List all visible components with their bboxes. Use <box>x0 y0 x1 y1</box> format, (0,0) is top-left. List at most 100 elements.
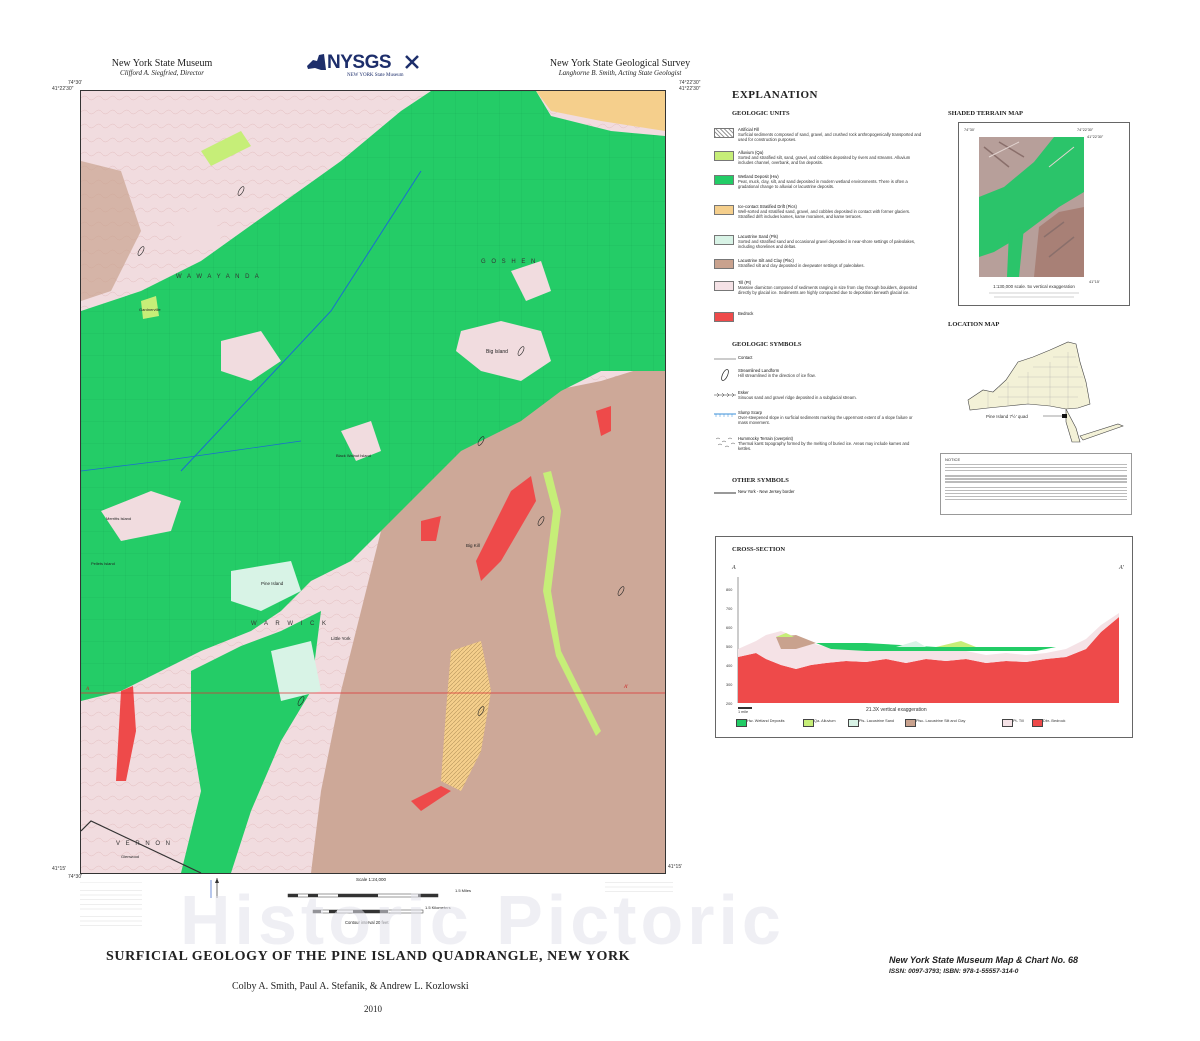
symbol-hummocky: Hummocky Terrain (overprint) Thermal kars… <box>714 436 924 456</box>
legend-swatch <box>714 175 734 185</box>
shaded-terrain-image <box>979 137 1084 277</box>
xs-legend-label: Pls- Lacustrine Sand <box>859 719 895 723</box>
cross-section-panel: CROSS-SECTION A A' 800 700 600 500 400 3… <box>715 536 1133 738</box>
terrain-lon-right: 74°22'30" <box>1077 128 1094 132</box>
symbol-desc: Hill streamlined in the direction of ice… <box>738 373 816 379</box>
cross-section-scale-bar <box>738 707 752 709</box>
coord-tl-lat: 41°22'30" <box>52 86 74 92</box>
other-symbols-heading: OTHER SYMBOLS <box>732 477 789 484</box>
label-black-walnut: Black Walnut Island <box>336 453 371 458</box>
cross-section-a-prime: A' <box>1119 565 1124 571</box>
pick-hammer-icon <box>405 55 419 69</box>
explanation-title: EXPLANATION <box>732 89 818 101</box>
cross-section-scale: 1 mile <box>738 710 749 714</box>
legend-swatch <box>714 235 734 245</box>
xs-legend-label: Plsc- Lacustrine Silt and Clay <box>916 719 966 723</box>
legend-lacustrine-silt-clay: Lacustrine Silt and Clay (Plsc) Stratifie… <box>714 258 924 274</box>
terrain-lat-bottom: 41°15' <box>1089 280 1100 284</box>
xs-legend-swatch <box>803 719 814 727</box>
cross-section-heading: CROSS-SECTION <box>732 546 786 553</box>
new-york-state-icon <box>307 54 326 70</box>
geologic-map[interactable]: W A W A Y A N D A G O S H E N W A R W I … <box>80 90 666 874</box>
legend-swatch <box>714 205 734 215</box>
survey-header: New York State Geological Survey Langhor… <box>520 58 720 77</box>
slump-scarp-icon <box>714 413 736 417</box>
legend-swatch <box>714 128 734 138</box>
alluvium-layer-2 <box>936 641 976 647</box>
coord-tl-lon: 74°30' <box>68 80 83 86</box>
geologic-symbols-heading: GEOLOGIC SYMBOLS <box>732 341 802 348</box>
streamlined-landform-icon <box>721 369 729 381</box>
xs-legend-swatch <box>1032 719 1043 727</box>
xs-legend-swatch <box>848 719 859 727</box>
map-authors: Colby A. Smith, Paul A. Stefanik, & Andr… <box>232 981 469 992</box>
cross-section-exaggeration: 21.3X vertical exaggeration <box>866 707 927 713</box>
legend-desc: Peat, muck, clay, silt, and sand deposit… <box>738 179 908 190</box>
geologic-units-heading: GEOLOGIC UNITS <box>732 110 790 117</box>
symbol-contact: Contact <box>714 355 924 365</box>
watermark: Historic Pictoric <box>180 881 785 959</box>
symbol-desc: Thermal karst topography formed by the m… <box>738 441 910 452</box>
legend-desc: Stratified silt and clay deposited in de… <box>738 263 865 269</box>
legend-till: Till (Pt) Massive diamicton composed of s… <box>714 280 924 306</box>
map-title: SURFICIAL GEOLOGY OF THE PINE ISLAND QUA… <box>106 949 631 964</box>
label-pine-island: Pine Island <box>261 581 284 586</box>
legend-wetland: Wetland Deposit (Hw) Peat, muck, clay, si… <box>714 174 924 200</box>
y-tick-700: 700 <box>726 607 733 611</box>
label-gardnerville: Gardnerville <box>139 307 161 312</box>
nysgs-logo: NYSGS NEW YORK State Museum <box>305 52 425 80</box>
symbol-name: Contact <box>738 355 753 360</box>
museum-header: New York State Museum Clifford A. Siegfr… <box>62 58 262 77</box>
coord-bl-lon: 74°30' <box>68 874 83 880</box>
legend-swatch <box>714 312 734 322</box>
esker-icon <box>714 392 736 398</box>
series-title: New York State Museum Map & Chart No. 68 <box>889 955 1079 965</box>
symbol-slump-scarp: Slump Scarp Over-steepened slope in surfi… <box>714 410 924 430</box>
y-tick-200: 200 <box>726 702 733 706</box>
notice-heading: NOTICE <box>945 457 961 462</box>
xs-legend-label: Qa- Alluvium <box>814 719 836 723</box>
y-tick-400: 400 <box>726 664 733 668</box>
legend-lacustrine-sand: Lacustrine Sand (Pls) Sorted and stratifi… <box>714 234 924 254</box>
legend-desc: Well-sorted and stratified sand, gravel,… <box>738 209 911 220</box>
label-big-kill: Big Kill <box>466 543 480 548</box>
legend-swatch <box>714 281 734 291</box>
terrain-heading: SHADED TERRAIN MAP <box>948 110 1023 117</box>
state-border-icon <box>714 492 736 494</box>
location-heading: LOCATION MAP <box>948 321 1000 328</box>
legend-desc: Massive diamicton composed of sediments … <box>738 285 918 296</box>
y-tick-300: 300 <box>726 683 733 687</box>
symbol-desc: Over-steepened slope in surficial sedime… <box>738 415 913 426</box>
legend-alluvium: Alluvium (Qa) Sorted and stratified silt,… <box>714 150 924 170</box>
terrain-lat-top: 41°22'30" <box>1087 135 1104 139</box>
survey-geologist: Langhorne B. Smith, Acting State Geologi… <box>558 69 682 77</box>
symbol-esker: Esker Sinuous sand and gravel ridge depos… <box>714 390 924 404</box>
location-label: Pine Island 7½' quad <box>986 414 1028 419</box>
symbol-streamlined: Streamlined Landform Hill streamlined in … <box>714 368 924 384</box>
xs-legend-swatch <box>736 719 747 727</box>
label-warwayanda: W A W A Y A N D A <box>176 274 261 280</box>
label-pellets-island: Pellets Island <box>91 561 115 566</box>
legend-swatch <box>714 259 734 269</box>
xs-legend-label: Hw- Wetland Deposits <box>747 719 785 723</box>
marker-a-prime: A' <box>624 685 629 690</box>
terrain-panel: 74°30' 74°22'30" 41°22'30" 41°15' 1:130,… <box>958 122 1130 306</box>
lacustrine-sand-layer <box>896 641 926 647</box>
terrain-caption: 1:130,000 scale. 5x vertical exaggeratio… <box>993 284 1075 289</box>
hummocky-terrain-icon <box>715 437 736 448</box>
symbol-desc: Sinuous sand and gravel ridge deposited … <box>738 395 857 401</box>
notice-box: NOTICE <box>940 453 1132 515</box>
legend-desc: Sorted and stratified sand and occasiona… <box>738 239 916 250</box>
xs-legend-label: Pt- Till <box>1013 719 1024 723</box>
legend-artificial-fill: Artificial Fill Surficial sediments compo… <box>714 127 924 147</box>
contact-line-icon <box>714 358 736 360</box>
xs-legend-swatch <box>1002 719 1013 727</box>
label-merritts-island: Merritts Island <box>106 516 132 521</box>
y-tick-500: 500 <box>726 645 733 649</box>
label-big-island: Big Island <box>486 349 508 355</box>
coord-br-lat: 41°15' <box>668 864 683 870</box>
legend-desc: Sorted and stratified silt, sand, gravel… <box>738 155 911 166</box>
symbol-border: New York - New Jersey border <box>714 489 924 499</box>
logo-subtitle: NEW YORK State Museum <box>347 73 404 78</box>
legend-ice-contact: Ice-contact Stratified Drift (Pics) Well-… <box>714 204 924 230</box>
